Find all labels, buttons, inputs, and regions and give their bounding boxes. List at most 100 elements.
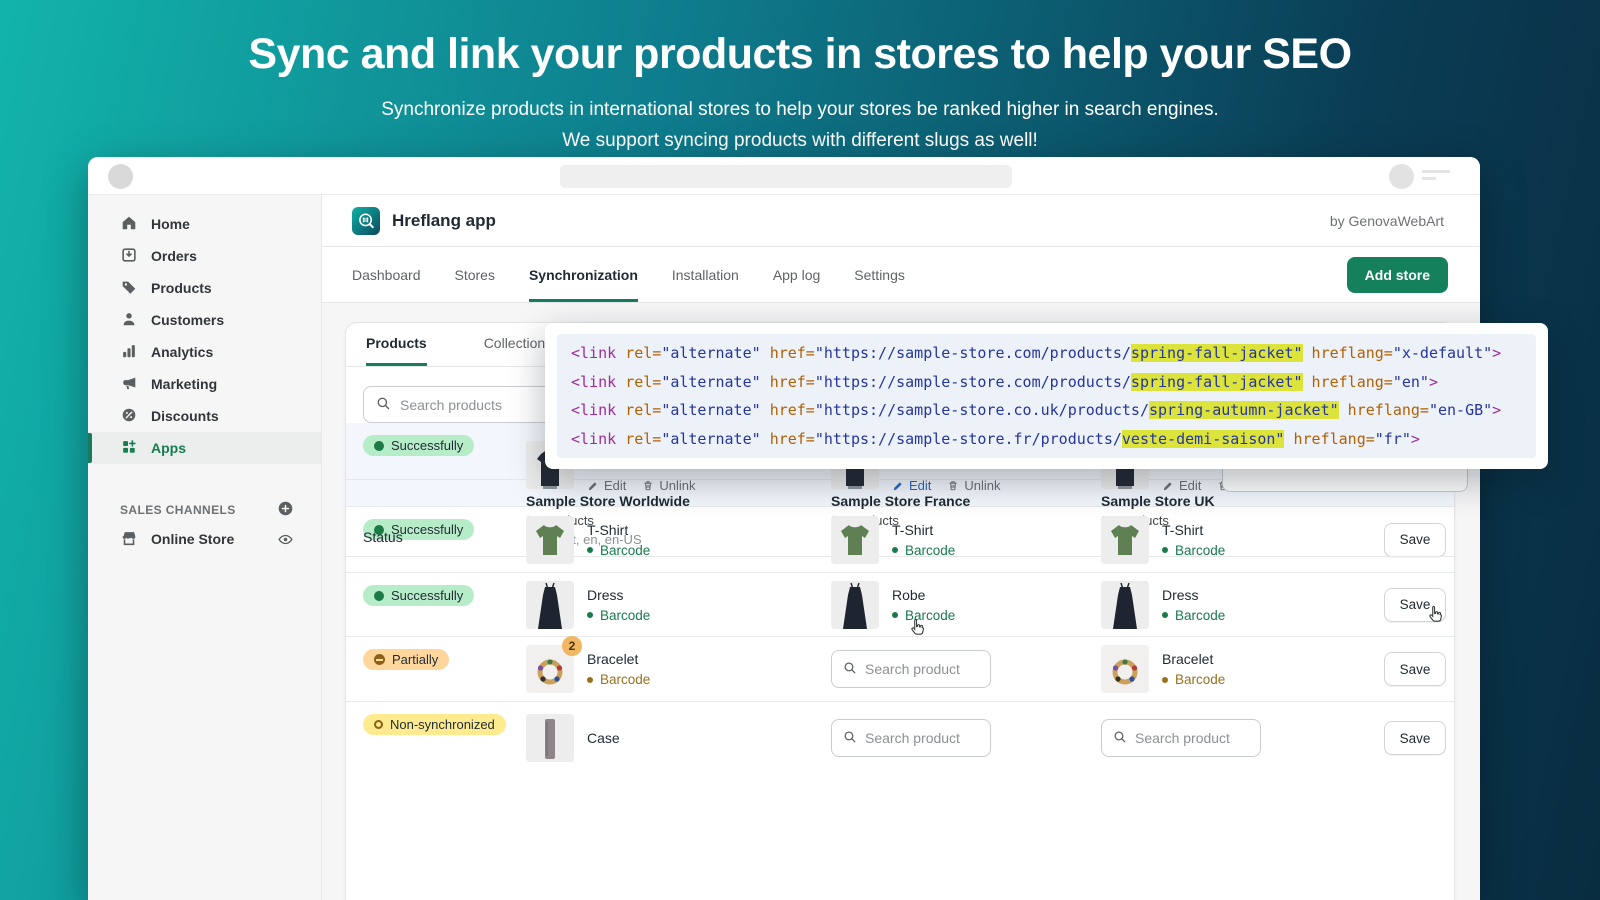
sidebar-item-label: Online Store — [151, 531, 234, 547]
barcode-match: Barcode — [1162, 608, 1225, 623]
product-image-bracelet: 2 — [526, 645, 574, 693]
code-line: <link rel="alternate" href="https://samp… — [571, 339, 1522, 368]
admin-sidebar: Home Orders Products Customers Analytics — [88, 195, 322, 900]
search-products-placeholder: Search products — [400, 397, 502, 413]
product-cell: 2 Bracelet Barcode — [526, 645, 831, 693]
product-cell: Robe Barcode — [831, 581, 1101, 629]
products-tag-icon — [120, 278, 138, 299]
code-line: <link rel="alternate" href="https://samp… — [571, 396, 1522, 425]
app-title: Hreflang app — [392, 211, 496, 231]
save-button[interactable]: Save — [1384, 721, 1446, 755]
product-title: Bracelet — [1162, 651, 1225, 667]
highlighted-slug: veste-demi-saison" — [1122, 430, 1285, 448]
sidebar-item-products[interactable]: Products — [88, 272, 321, 304]
search-product-input[interactable]: Search product — [831, 650, 991, 688]
barcode-partial: Barcode — [1162, 672, 1225, 687]
hero-title: Sync and link your products in stores to… — [0, 30, 1600, 79]
product-title: Dress — [1162, 587, 1225, 603]
search-icon — [843, 730, 857, 747]
search-icon — [843, 661, 857, 678]
browser-topbar — [88, 157, 1480, 195]
nonsync-circle-icon — [374, 720, 383, 729]
sidebar-item-label: Orders — [151, 248, 197, 264]
hero-subtitle-1: Synchronize products in international st… — [0, 99, 1600, 121]
hreflang-code-block: <link rel="alternate" href="https://samp… — [557, 334, 1536, 458]
table-row: Partially 2 Bracelet Barcode — [346, 637, 1454, 702]
storefront-icon — [120, 529, 138, 550]
hand-cursor-icon — [906, 617, 928, 644]
sidebar-item-marketing[interactable]: Marketing — [88, 368, 321, 400]
app-header: Hreflang app by GenovaWebArt — [322, 195, 1480, 247]
sidebar-item-analytics[interactable]: Analytics — [88, 336, 321, 368]
status-badge: Successfully — [363, 435, 474, 456]
sidebar-item-label: Customers — [151, 312, 224, 328]
tab-app-log[interactable]: App log — [773, 247, 820, 302]
tab-installation[interactable]: Installation — [672, 247, 739, 302]
sidebar-item-label: Home — [151, 216, 190, 232]
main-content: Hreflang app by GenovaWebArt Dashboard S… — [322, 195, 1480, 900]
tab-stores[interactable]: Stores — [455, 247, 495, 302]
product-image-case — [526, 714, 574, 762]
sidebar-item-label: Discounts — [151, 408, 219, 424]
add-channel-button[interactable] — [277, 500, 294, 520]
product-cell: Dress Barcode — [526, 581, 831, 629]
hreflang-code-overlay: <link rel="alternate" href="https://samp… — [545, 323, 1548, 469]
success-dot-icon — [374, 591, 384, 601]
code-line: <link rel="alternate" href="https://samp… — [571, 425, 1522, 454]
product-image-bracelet — [1101, 645, 1149, 693]
tab-settings[interactable]: Settings — [854, 247, 905, 302]
highlighted-slug: spring-fall-jacket" — [1131, 344, 1303, 362]
partial-minus-icon — [374, 654, 385, 665]
discounts-icon — [120, 406, 138, 427]
sidebar-item-customers[interactable]: Customers — [88, 304, 321, 336]
sidebar-item-discounts[interactable]: Discounts — [88, 400, 321, 432]
search-product-placeholder: Search product — [865, 730, 960, 746]
app-byline: by GenovaWebArt — [1330, 213, 1444, 229]
analytics-bars-icon — [120, 342, 138, 363]
table-row: Non-synchronized Case Search product — [346, 702, 1454, 774]
tab-products[interactable]: Products — [366, 323, 427, 366]
app-nav-tabs: Dashboard Stores Synchronization Install… — [322, 247, 1480, 303]
browser-avatar-placeholder — [108, 164, 133, 189]
search-icon — [1113, 730, 1127, 747]
browser-window: Home Orders Products Customers Analytics — [88, 157, 1480, 900]
search-product-placeholder: Search product — [865, 661, 960, 677]
product-cell: Dress Barcode — [1101, 581, 1384, 629]
marketing-megaphone-icon — [120, 374, 138, 395]
barcode-match: Barcode — [587, 608, 650, 623]
product-image-dress — [1101, 581, 1149, 629]
product-image-dress — [831, 581, 879, 629]
sidebar-item-label: Apps — [151, 440, 186, 456]
orders-icon — [120, 246, 138, 267]
success-dot-icon — [374, 441, 384, 451]
sales-channels-header: SALES CHANNELS — [88, 497, 321, 523]
search-product-input[interactable]: Search product — [831, 719, 991, 757]
account-name-placeholder — [1422, 170, 1450, 173]
status-badge: Non-synchronized — [363, 714, 506, 735]
sidebar-item-apps[interactable]: Apps — [88, 432, 321, 464]
browser-address-bar[interactable] — [560, 165, 1012, 188]
hero: Sync and link your products in stores to… — [0, 30, 1600, 161]
product-title: Dress — [587, 587, 650, 603]
hreflang-app-logo-icon — [352, 207, 380, 235]
sidebar-item-home[interactable]: Home — [88, 208, 321, 240]
customers-icon — [120, 310, 138, 331]
tab-dashboard[interactable]: Dashboard — [352, 247, 421, 302]
search-product-input[interactable]: Search product — [1101, 719, 1261, 757]
search-icon — [376, 396, 391, 414]
page-background: Sync and link your products in stores to… — [0, 0, 1600, 900]
status-column-header: Status — [363, 529, 526, 556]
save-button[interactable]: Save — [1384, 652, 1446, 686]
sidebar-item-online-store[interactable]: Online Store — [88, 523, 321, 555]
home-icon — [120, 214, 138, 235]
duplicate-count-badge: 2 — [562, 636, 582, 656]
hero-subtitle-2: We support syncing products with differe… — [0, 130, 1600, 152]
tab-synchronization[interactable]: Synchronization — [529, 247, 638, 302]
preview-eye-icon[interactable] — [277, 531, 294, 548]
search-product-placeholder: Search product — [1135, 730, 1230, 746]
add-store-button[interactable]: Add store — [1347, 257, 1448, 293]
product-title: Case — [587, 730, 620, 746]
sidebar-item-orders[interactable]: Orders — [88, 240, 321, 272]
tab-collections[interactable]: Collections — [484, 323, 552, 366]
hand-cursor-icon — [1424, 604, 1446, 631]
